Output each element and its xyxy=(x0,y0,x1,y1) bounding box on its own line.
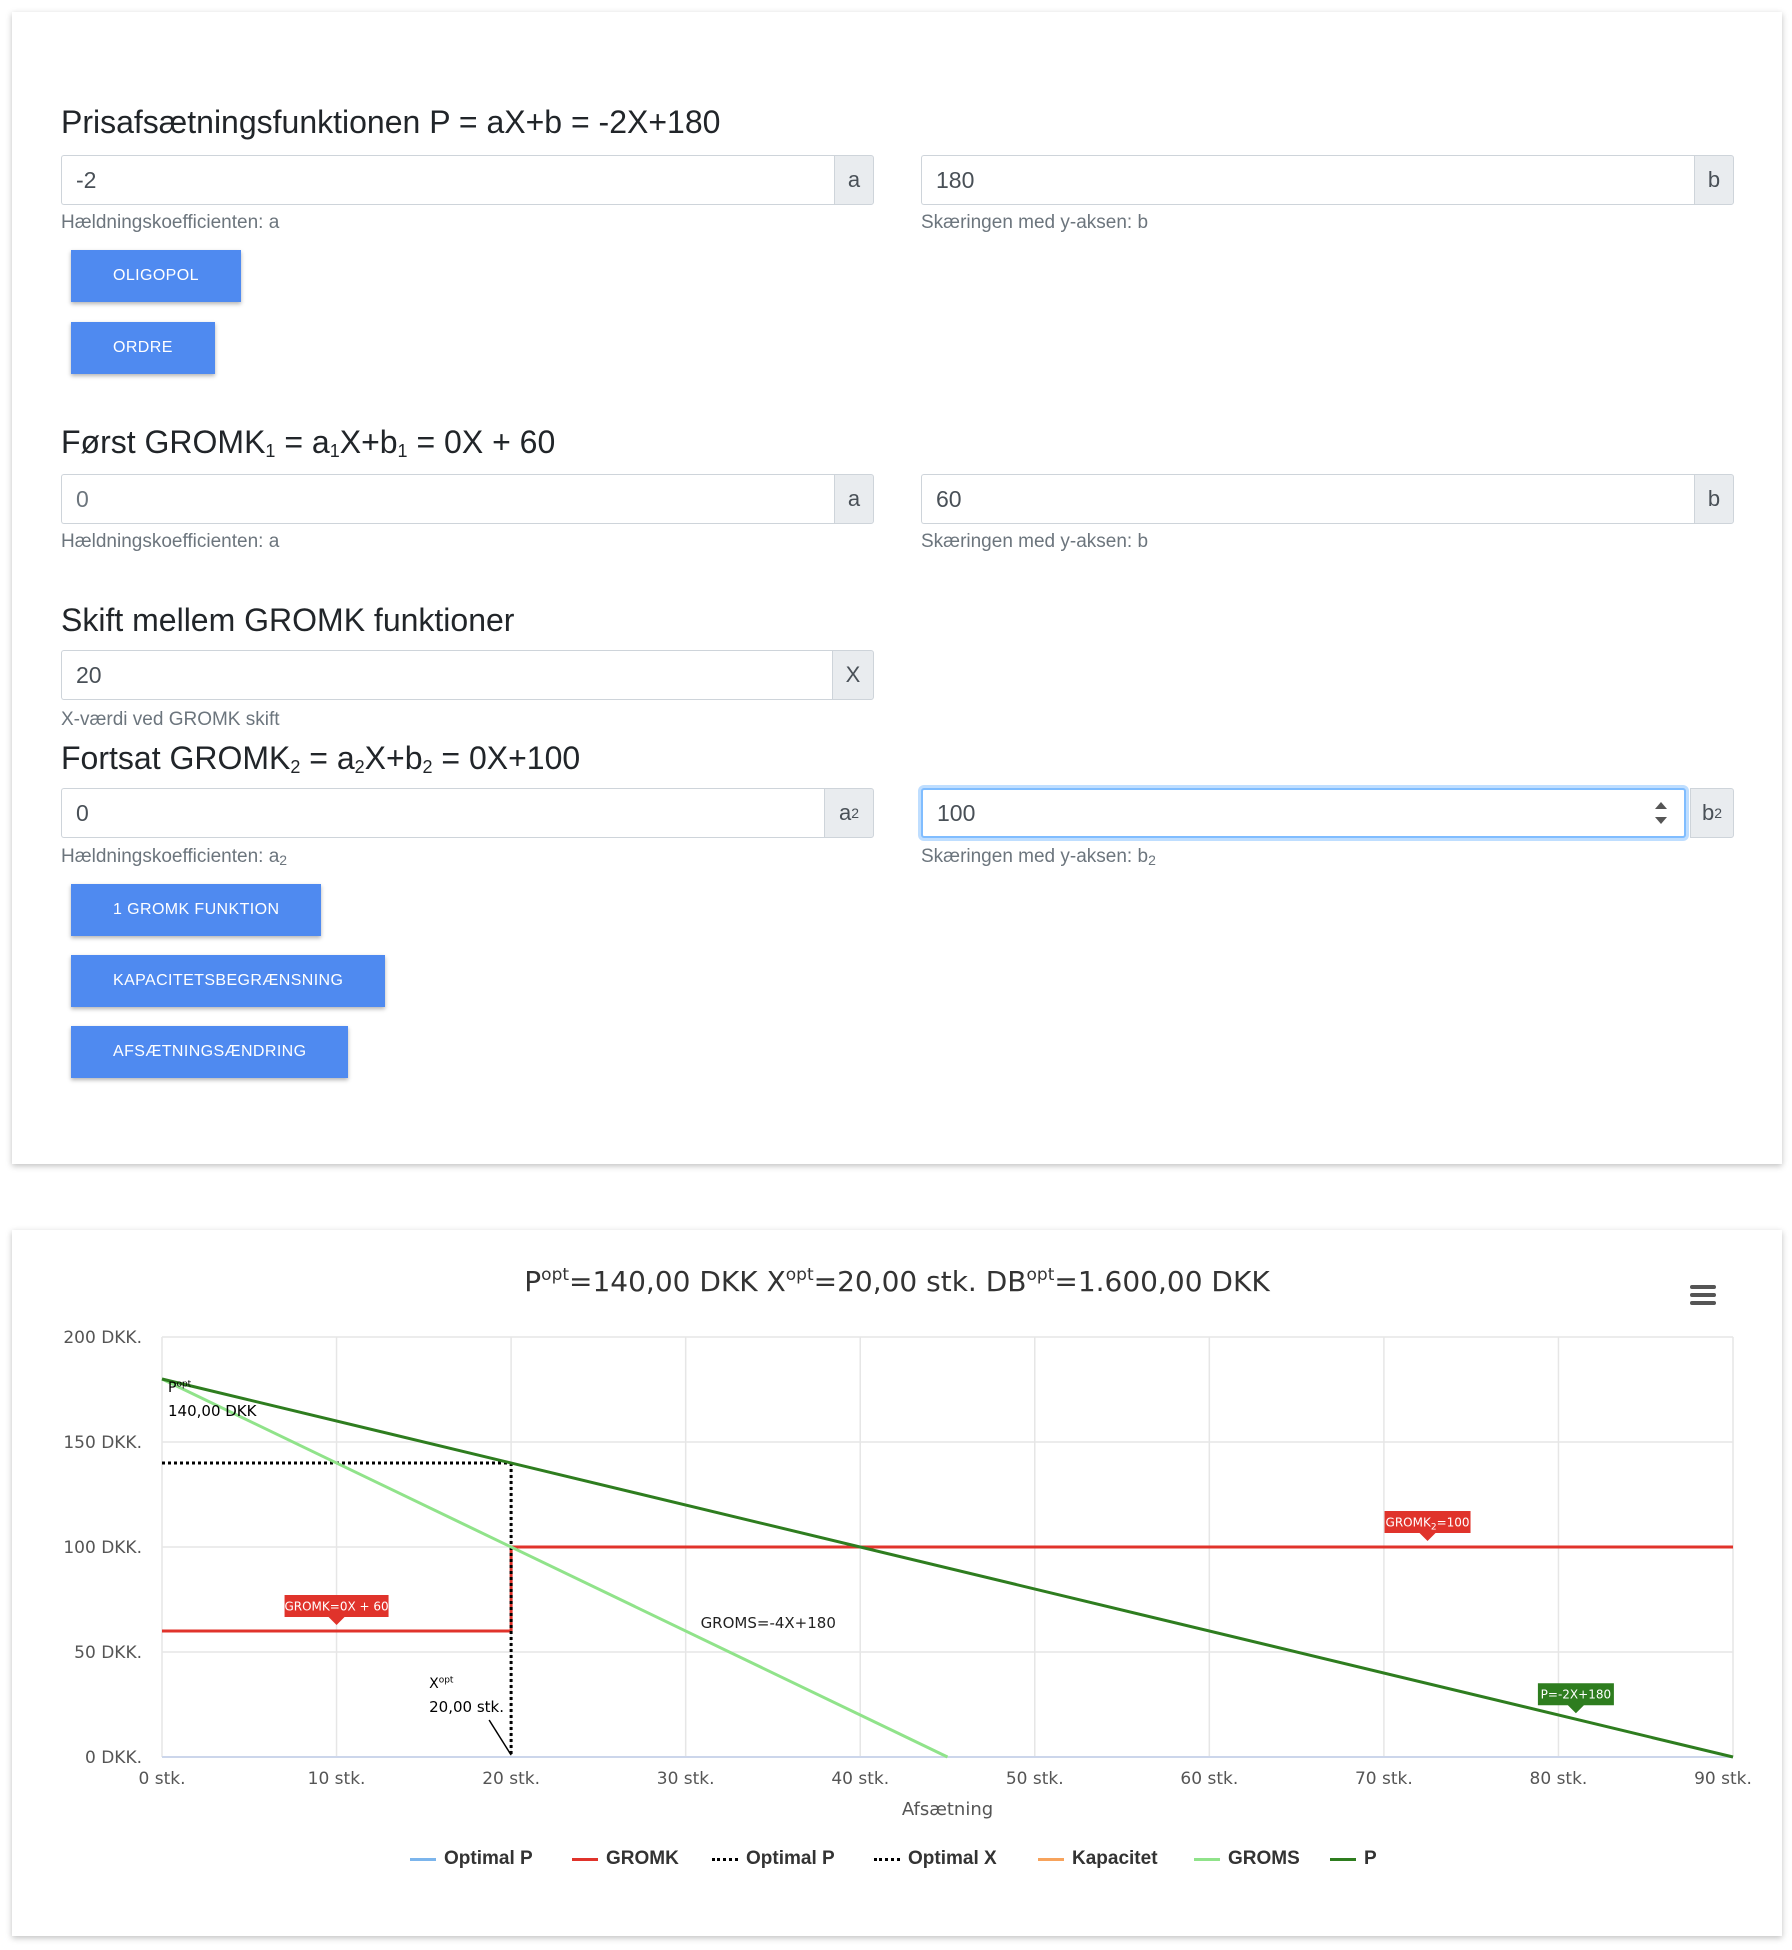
capacity-limit-button[interactable]: KAPACITETSBEGRÆNSNING xyxy=(71,955,386,1007)
hamburger-line xyxy=(1690,1301,1716,1305)
gromk1-title: Først GROMK1 = a1X+b1 = 0X + 60 xyxy=(61,424,556,461)
number-spinner-icon[interactable] xyxy=(1654,802,1668,824)
x-tick-label: 70 stk. xyxy=(1355,1769,1413,1789)
chart-title: Popt=140,00 DKK Xopt=20,00 stk. DBopt=1.… xyxy=(524,1265,1270,1298)
oligopol-button[interactable]: OLIGOPOL xyxy=(71,250,241,302)
legend-item-optimal-p[interactable]: Optimal P xyxy=(712,1848,835,1870)
legend-item-groms[interactable]: GROMS xyxy=(1194,1848,1300,1870)
gromk1-b-addon: b xyxy=(1694,474,1734,524)
legend-swatch xyxy=(1194,1857,1220,1861)
chart-card: Popt=140,00 DKK Xopt=20,00 stk. DBopt=1.… xyxy=(12,1230,1782,1936)
ordre-button[interactable]: ORDRE xyxy=(71,322,215,374)
x-tick-label: 60 stk. xyxy=(1180,1769,1238,1789)
price-a-input[interactable]: -2 xyxy=(61,155,834,205)
legend-label: Optimal P xyxy=(746,1848,835,1869)
demand-change-button[interactable]: AFSÆTNINGSÆNDRING xyxy=(71,1026,349,1078)
xopt-annotation-value: 20,00 stk. xyxy=(429,1698,504,1716)
gromk1-b-input-group: 60 b xyxy=(921,474,1734,524)
legend-label: Optimal P xyxy=(444,1848,533,1869)
switch-x-help: X-værdi ved GROMK skift xyxy=(61,709,280,730)
legend-item-optimal-x[interactable]: Optimal X xyxy=(874,1848,997,1870)
gromk2-b-input-group: 100 b2 xyxy=(921,788,1734,838)
x-tick-label: 20 stk. xyxy=(482,1769,540,1789)
gromk2-b-input[interactable]: 100 xyxy=(921,788,1686,838)
x-tick-label: 10 stk. xyxy=(308,1769,366,1789)
gromk2-a-addon: a2 xyxy=(824,788,874,838)
chart: Popt=140,00 DKK Xopt=20,00 stk. DBopt=1.… xyxy=(63,1265,1752,1820)
legend-item-kapacitet[interactable]: Kapacitet xyxy=(1038,1848,1158,1870)
price-a-help: Hældningskoefficienten: a xyxy=(61,212,280,233)
legend-swatch xyxy=(1330,1857,1356,1861)
x-tick-label: 0 stk. xyxy=(139,1769,186,1789)
legend-label: GROMS xyxy=(1228,1848,1300,1869)
gromk2-flag: GROMK2=100 xyxy=(1384,1511,1471,1541)
legend-swatch xyxy=(712,1857,738,1861)
y-tick-label: 100 DKK. xyxy=(63,1538,142,1558)
xopt-annotation-connector xyxy=(488,1719,512,1756)
p-flag-text: P=-2X+180 xyxy=(1541,1688,1611,1702)
y-tick-label: 0 DKK. xyxy=(85,1748,142,1768)
x-tick-label: 80 stk. xyxy=(1530,1769,1588,1789)
series-p-line xyxy=(161,1377,1734,1759)
price-b-input-group: 180 b xyxy=(921,155,1734,205)
price-b-addon: b xyxy=(1694,155,1734,205)
x-tick-label: 50 stk. xyxy=(1006,1769,1064,1789)
switch-x-input-group: 20 X xyxy=(61,650,874,700)
legend-swatch xyxy=(1038,1857,1064,1861)
gromk1-a-addon: a xyxy=(834,474,874,524)
price-a-addon: a xyxy=(834,155,874,205)
legend-item-gromk[interactable]: GROMK xyxy=(572,1848,679,1870)
price-a-input-group: -2 a xyxy=(61,155,874,205)
y-tick-label: 150 DKK. xyxy=(63,1433,142,1453)
gromk1-b-input[interactable]: 60 xyxy=(921,474,1694,524)
xopt-annotation-label: Xopt xyxy=(429,1675,454,1692)
legend-label: Optimal X xyxy=(908,1848,997,1869)
gromk2-title: Fortsat GROMK2 = a2X+b2 = 0X+100 xyxy=(61,740,581,777)
gromk2-a-help: Hældningskoefficienten: a2 xyxy=(61,846,288,868)
groms-annotation: GROMS=-4X+180 xyxy=(701,1614,836,1632)
legend-label: GROMK xyxy=(606,1848,679,1869)
popt-annotation-label: Popt xyxy=(168,1379,192,1396)
price-b-help: Skæringen med y-aksen: b xyxy=(921,212,1149,233)
x-tick-label: 90 stk. xyxy=(1694,1769,1752,1789)
legend-item-p[interactable]: P xyxy=(1330,1848,1377,1870)
x-axis-title: Afsætning xyxy=(902,1799,993,1820)
gromk1-a-help: Hældningskoefficienten: a xyxy=(61,531,280,552)
gromk2-b-addon: b2 xyxy=(1690,788,1734,838)
hamburger-line xyxy=(1690,1285,1716,1289)
switch-title: Skift mellem GROMK funktioner xyxy=(61,602,515,638)
legend-item-optimal-p[interactable]: Optimal P xyxy=(410,1848,533,1870)
one-gromk-function-button[interactable]: 1 GROMK FUNKTION xyxy=(71,884,322,936)
series-groms-line xyxy=(161,1377,949,1759)
input-card: Prisafsætningsfunktionen P = aX+b = -2X+… xyxy=(12,12,1782,1164)
y-tick-label: 200 DKK. xyxy=(63,1328,142,1348)
legend-swatch xyxy=(874,1857,900,1861)
hamburger-menu-icon[interactable] xyxy=(1690,1285,1716,1305)
gromk1-b-help: Skæringen med y-aksen: b xyxy=(921,531,1149,552)
price-function-title: Prisafsætningsfunktionen P = aX+b = -2X+… xyxy=(61,104,721,140)
gromk1-flag-text: GROMK=0X + 60 xyxy=(284,1600,388,1614)
gromk2-b-help: Skæringen med y-aksen: b2 xyxy=(921,846,1156,868)
p-flag: P=-2X+180 xyxy=(1537,1683,1614,1714)
x-tick-label: 30 stk. xyxy=(657,1769,715,1789)
x-tick-label: 40 stk. xyxy=(831,1769,889,1789)
gromk1-a-input-group: 0 a xyxy=(61,474,874,524)
gromk1-flag: GROMK=0X + 60 xyxy=(284,1595,389,1625)
switch-x-addon: X xyxy=(832,650,874,700)
y-tick-label: 50 DKK. xyxy=(74,1643,142,1663)
gromk1-a-input[interactable]: 0 xyxy=(61,474,834,524)
legend-swatch xyxy=(410,1857,436,1861)
hamburger-line xyxy=(1690,1293,1716,1297)
gromk2-a-input[interactable]: 0 xyxy=(61,788,824,838)
legend-swatch xyxy=(572,1857,598,1861)
gromk2-a-input-group: 0 a2 xyxy=(61,788,874,838)
legend-label: Kapacitet xyxy=(1072,1848,1158,1869)
popt-annotation-value: 140,00 DKK xyxy=(168,1402,258,1420)
switch-x-input[interactable]: 20 xyxy=(61,650,832,700)
legend-label: P xyxy=(1364,1848,1377,1869)
price-b-input[interactable]: 180 xyxy=(921,155,1694,205)
